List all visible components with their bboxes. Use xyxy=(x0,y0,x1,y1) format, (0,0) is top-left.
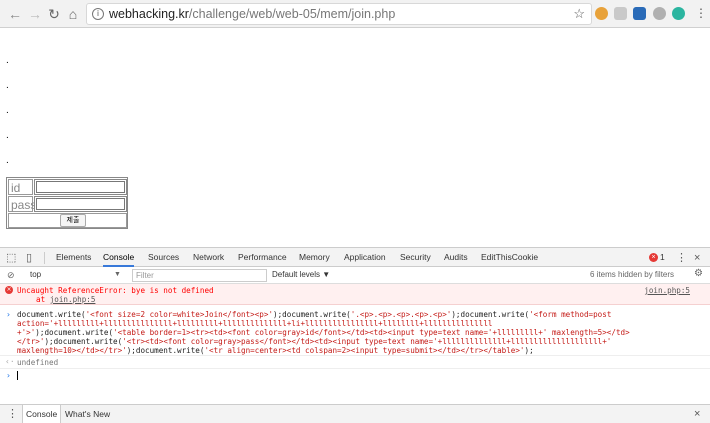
clear-console-icon[interactable]: ⊘ xyxy=(7,269,15,281)
device-toolbar-icon[interactable]: ▯ xyxy=(26,251,32,265)
arrow-right-icon[interactable]: → xyxy=(26,5,44,23)
error-text: Uncaught ReferenceError: bye is not defi… xyxy=(17,286,214,295)
extension-grey-icon[interactable] xyxy=(614,7,627,20)
browser-menu-icon[interactable]: ⋮ xyxy=(695,6,707,21)
command-line-2: action='+lllllllll+lllllllllllllll+lllll… xyxy=(17,319,493,328)
error-count-badge[interactable]: × 1 xyxy=(649,248,665,267)
submit-button[interactable]: 제출 xyxy=(60,214,86,227)
inspect-element-icon[interactable]: ⬚ xyxy=(6,251,16,265)
error-stack: at join.php:5 xyxy=(36,295,95,304)
extension-v-icon[interactable] xyxy=(633,7,646,20)
tab-security[interactable]: Security xyxy=(400,248,431,267)
close-icon[interactable]: × xyxy=(694,407,700,421)
extension-gear-icon[interactable] xyxy=(672,7,685,20)
tab-network[interactable]: Network xyxy=(193,248,224,267)
dot-line: . xyxy=(6,155,9,166)
pass-label: pass xyxy=(8,196,36,212)
error-at-text: at xyxy=(36,295,50,304)
devtools-menu-icon[interactable]: ⋮ xyxy=(676,251,687,265)
console-error-message: × Uncaught ReferenceError: bye is not de… xyxy=(0,284,710,305)
command-line-4: </tr>');document.write('<tr><td><font co… xyxy=(17,337,612,346)
console-filter-bar: ⊘ top ▼ Filter Default levels ▼ 6 items … xyxy=(0,267,710,284)
console-result: ‹· undefined xyxy=(0,356,710,369)
error-source-link[interactable]: join.php:5 xyxy=(644,286,690,295)
context-dropdown-icon[interactable]: ▼ xyxy=(114,269,121,281)
id-label: id xyxy=(8,179,33,195)
hidden-items-info: 6 items hidden by filters xyxy=(590,270,675,279)
devtools-drawer-bar: ⋮ Console What's New × xyxy=(0,404,710,423)
tab-elements[interactable]: Elements xyxy=(56,248,91,267)
address-bar[interactable]: i webhacking.kr/challenge/web/web-05/mem… xyxy=(86,3,592,25)
drawer-menu-icon[interactable]: ⋮ xyxy=(7,407,18,421)
drawer-tab-console[interactable]: Console xyxy=(22,405,62,423)
pass-input[interactable] xyxy=(36,198,125,210)
tab-sources[interactable]: Sources xyxy=(148,248,179,267)
join-form-table: id pass 제출 xyxy=(6,177,128,229)
tab-audits[interactable]: Audits xyxy=(444,248,468,267)
reload-icon[interactable]: ↻ xyxy=(45,5,63,23)
id-input[interactable] xyxy=(36,181,125,193)
log-levels-dropdown[interactable]: Default levels ▼ xyxy=(272,269,330,281)
url-host: webhacking.kr xyxy=(109,7,189,21)
page-content: . . . . . id pass 제출 xyxy=(0,28,710,247)
tab-application[interactable]: Application xyxy=(344,248,386,267)
command-line-5: maxlength=10></td></tr>');document.write… xyxy=(17,346,534,355)
error-stack-link[interactable]: join.php:5 xyxy=(50,295,96,304)
info-icon[interactable]: i xyxy=(92,8,104,20)
star-icon[interactable]: ☆ xyxy=(573,4,585,24)
url-text: webhacking.kr/challenge/web/web-05/mem/j… xyxy=(109,4,395,24)
result-value: undefined xyxy=(17,358,59,367)
text-caret xyxy=(17,371,18,380)
error-icon: × xyxy=(649,253,658,263)
devtools-tab-bar: ⬚ ▯ Elements Console Sources Network Per… xyxy=(0,247,710,267)
url-path: /challenge/web/web-05/mem/join.php xyxy=(188,7,396,21)
prompt-chevron-icon: › xyxy=(6,371,11,380)
context-selector[interactable]: top xyxy=(30,269,41,281)
console-output: × Uncaught ReferenceError: bye is not de… xyxy=(0,284,710,404)
input-chevron-icon: › xyxy=(6,310,11,319)
error-icon: × xyxy=(5,286,13,294)
home-icon[interactable]: ⌂ xyxy=(64,5,82,23)
command-line-1: document.write('<font size=2 color=white… xyxy=(17,310,612,319)
error-count: 1 xyxy=(660,252,665,262)
tab-editthiscookie[interactable]: EditThisCookie xyxy=(481,248,538,267)
id-input-cell xyxy=(34,179,127,195)
result-chevron-icon: ‹· xyxy=(5,357,15,366)
close-icon[interactable]: × xyxy=(694,251,700,265)
console-command-entry: › document.write('<font size=2 color=whi… xyxy=(0,308,710,356)
pass-input-cell xyxy=(34,196,127,212)
dot-line: . xyxy=(6,80,9,91)
tab-performance[interactable]: Performance xyxy=(238,248,287,267)
dot-line: . xyxy=(6,130,9,141)
browser-window: ← → ↻ ⌂ i webhacking.kr/challenge/web/we… xyxy=(0,0,710,423)
tab-console[interactable]: Console xyxy=(103,248,135,267)
dot-line: . xyxy=(6,55,9,66)
browser-toolbar: ← → ↻ ⌂ i webhacking.kr/challenge/web/we… xyxy=(0,0,710,28)
command-line-3: +'>');document.write('<table border=1><t… xyxy=(17,328,630,337)
drawer-tab-whats-new[interactable]: What's New xyxy=(62,405,113,423)
console-prompt[interactable]: › xyxy=(0,370,710,382)
dot-line: . xyxy=(6,105,9,116)
extension-pumpkin-icon[interactable] xyxy=(595,7,608,20)
tab-divider xyxy=(44,252,45,264)
tab-memory[interactable]: Memory xyxy=(299,248,330,267)
arrow-left-icon[interactable]: ← xyxy=(6,5,24,23)
console-settings-gear-icon[interactable]: ⚙ xyxy=(694,268,703,280)
filter-input[interactable]: Filter xyxy=(132,269,267,282)
extension-globe-icon[interactable] xyxy=(653,7,666,20)
